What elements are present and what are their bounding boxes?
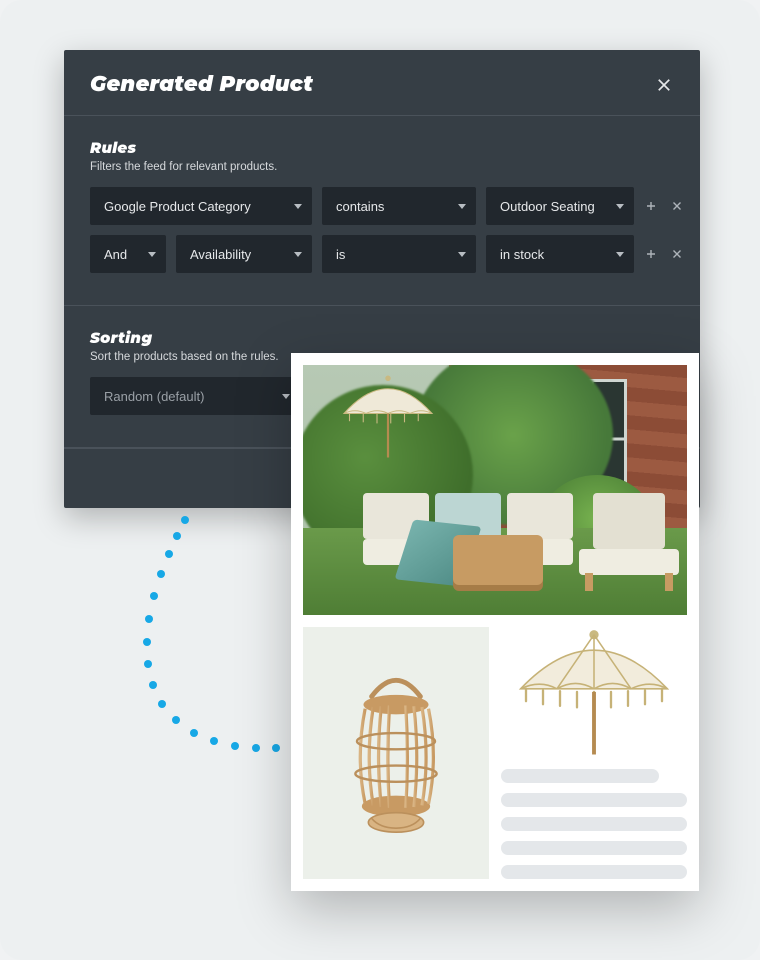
rule-value-select[interactable]: in stock (486, 235, 634, 273)
add-rule-button[interactable] (644, 247, 658, 261)
rule-row: Google Product Category contains Outdoor… (90, 187, 674, 225)
rule-operator-label: contains (336, 199, 384, 214)
rule-row-actions (644, 247, 684, 261)
rule-field-select[interactable]: Google Product Category (90, 187, 312, 225)
skeleton-line (501, 817, 687, 831)
remove-rule-button[interactable] (670, 247, 684, 261)
sorting-select[interactable]: Random (default) (90, 377, 300, 415)
rules-section: Rules Filters the feed for relevant prod… (64, 116, 700, 306)
skeleton-line (501, 793, 687, 807)
panel-header: Generated Product (64, 50, 700, 116)
product-tile-umbrella (501, 627, 687, 879)
rules-desc: Filters the feed for relevant products. (90, 161, 674, 173)
rule-logic-label: And (104, 247, 127, 262)
add-rule-button[interactable] (644, 199, 658, 213)
sorting-value: Random (default) (104, 389, 204, 404)
remove-rule-button[interactable] (670, 199, 684, 213)
chevron-down-icon (148, 252, 156, 257)
rule-value-label: Outdoor Seating (500, 199, 595, 214)
rule-operator-label: is (336, 247, 345, 262)
rule-row: And Availability is in stock (90, 235, 674, 273)
product-preview-card (291, 353, 699, 891)
chevron-down-icon (294, 204, 302, 209)
product-image-lantern (303, 627, 489, 879)
panel-title: Generated Product (90, 72, 313, 97)
chevron-down-icon (282, 394, 290, 399)
product-image-umbrella (501, 627, 687, 759)
skeleton-line (501, 841, 687, 855)
hero-image-outdoor-seating (303, 365, 687, 615)
rule-value-select[interactable]: Outdoor Seating (486, 187, 634, 225)
rule-row-actions (644, 199, 684, 213)
chevron-down-icon (294, 252, 302, 257)
rule-value-label: in stock (500, 247, 544, 262)
sorting-title: Sorting (90, 328, 674, 347)
close-icon[interactable] (654, 75, 674, 95)
skeleton-line (501, 865, 687, 879)
product-info-skeleton (501, 769, 687, 879)
chevron-down-icon (616, 204, 624, 209)
product-tile-lantern (303, 627, 489, 879)
rules-title: Rules (90, 138, 674, 157)
rule-logic-select[interactable]: And (90, 235, 166, 273)
rule-operator-select[interactable]: contains (322, 187, 476, 225)
chevron-down-icon (616, 252, 624, 257)
chevron-down-icon (458, 204, 466, 209)
product-grid (303, 627, 687, 879)
rule-field-label: Availability (190, 247, 251, 262)
chevron-down-icon (458, 252, 466, 257)
rule-field-select[interactable]: Availability (176, 235, 312, 273)
rule-field-label: Google Product Category (104, 199, 251, 214)
skeleton-line (501, 769, 659, 783)
rule-operator-select[interactable]: is (322, 235, 476, 273)
